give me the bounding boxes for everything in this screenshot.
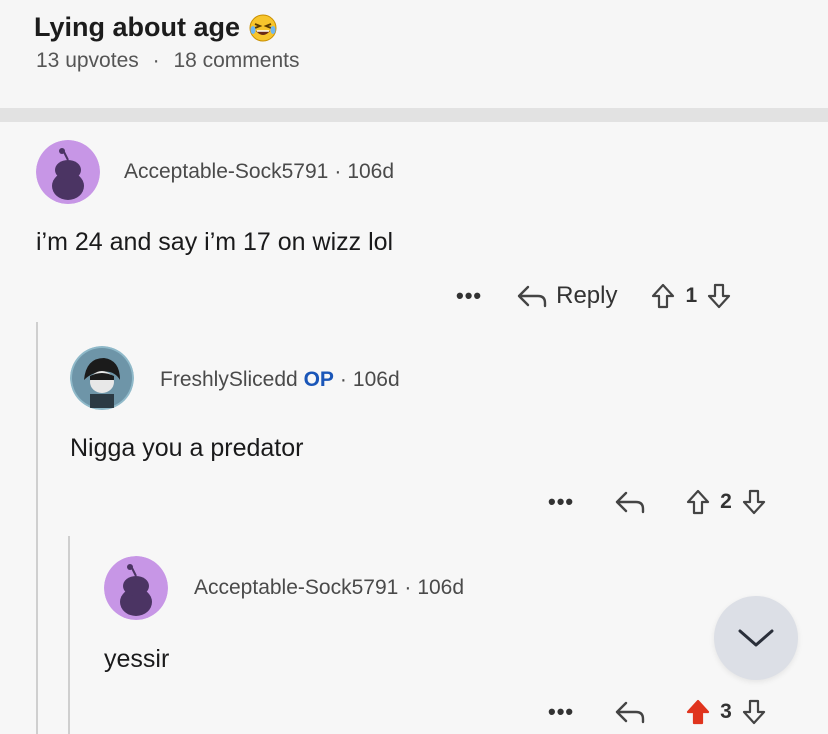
custom-avatar-icon — [70, 346, 134, 410]
avatar[interactable] — [36, 140, 100, 204]
upvote-count: 13 upvotes — [36, 49, 139, 72]
meta-separator: · — [152, 49, 160, 72]
post-title-row: Lying about age — [34, 12, 278, 43]
thread-line[interactable] — [36, 322, 38, 734]
op-badge: OP — [303, 368, 334, 391]
more-options-button[interactable]: ••• — [456, 283, 482, 309]
vote-count: 2 — [720, 490, 732, 513]
reply-arrow-icon — [517, 285, 547, 308]
comment-actions: ••• 3 — [548, 695, 766, 729]
reply-button[interactable]: Reply — [516, 282, 617, 310]
comment-section — [0, 122, 828, 734]
meta-separator: · — [339, 368, 347, 391]
comment-age: 106d — [347, 160, 395, 183]
comment-text: yessir — [104, 645, 170, 673]
comment-age: 106d — [352, 368, 400, 391]
snoo-avatar-icon — [104, 556, 168, 620]
reply-button[interactable] — [614, 699, 646, 725]
next-comment-button[interactable] — [714, 596, 798, 680]
thread-line[interactable] — [68, 536, 70, 734]
reply-arrow-icon — [615, 491, 645, 514]
vote-controls: 2 — [686, 489, 766, 515]
post-header: Lying about age 13 upvotes · 18 comments — [0, 0, 828, 108]
comment-count: 18 comments — [173, 49, 300, 72]
reply-button[interactable] — [614, 489, 646, 515]
more-options-button[interactable]: ••• — [548, 699, 574, 725]
downvote-arrow-icon[interactable] — [742, 489, 766, 515]
section-divider — [0, 108, 828, 122]
meta-separator: · — [404, 576, 412, 599]
comment-text: Nigga you a predator — [70, 434, 304, 462]
downvote-arrow-icon[interactable] — [742, 699, 766, 725]
comment-age: 106d — [417, 576, 465, 599]
comment-actions: ••• 2 — [548, 485, 766, 519]
post-meta: 13 upvotes · 18 comments — [36, 49, 300, 73]
comment-text: i’m 24 and say i’m 17 on wizz lol — [36, 228, 394, 256]
more-options-button[interactable]: ••• — [548, 489, 574, 515]
upvote-arrow-active-icon[interactable] — [686, 699, 710, 725]
chevron-down-icon — [738, 629, 774, 647]
post-title: Lying about age — [34, 12, 241, 42]
vote-controls: 1 — [651, 283, 731, 309]
comment-author-line: FreshlySlicedd OP · 106d — [160, 368, 400, 392]
vote-controls: 3 — [686, 699, 766, 725]
comment-author-line: Acceptable-Sock5791 · 106d — [124, 160, 394, 184]
vote-count: 1 — [685, 284, 698, 307]
avatar[interactable] — [70, 346, 134, 410]
reply-label: Reply — [556, 282, 618, 309]
laughing-emoji-icon — [249, 14, 277, 41]
comment-username[interactable]: FreshlySlicedd — [160, 368, 298, 391]
upvote-arrow-icon[interactable] — [651, 283, 675, 309]
avatar[interactable] — [104, 556, 168, 620]
comment-actions: ••• Reply 1 — [456, 279, 731, 313]
upvote-arrow-icon[interactable] — [686, 489, 710, 515]
comment-author-line: Acceptable-Sock5791 · 106d — [194, 576, 464, 600]
reply-arrow-icon — [615, 701, 645, 724]
comment-username[interactable]: Acceptable-Sock5791 — [194, 576, 398, 599]
downvote-arrow-icon[interactable] — [707, 283, 731, 309]
meta-separator: · — [334, 160, 342, 183]
vote-count: 3 — [720, 700, 732, 723]
snoo-avatar-icon — [36, 140, 100, 204]
comment-username[interactable]: Acceptable-Sock5791 — [124, 160, 328, 183]
